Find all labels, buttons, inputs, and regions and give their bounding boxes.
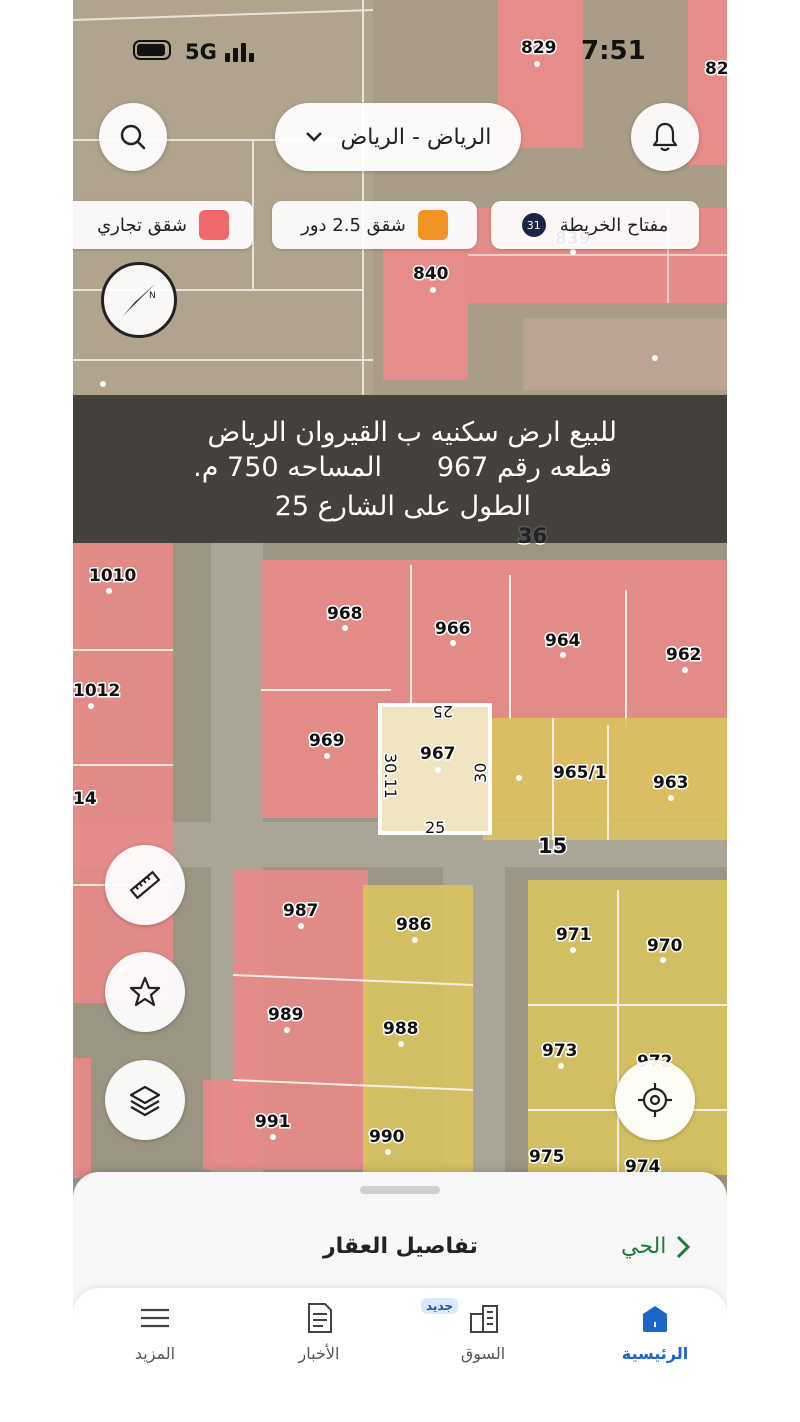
plot-label: 969 xyxy=(309,731,345,751)
clock: 7:51 xyxy=(581,36,646,66)
svg-text:25: 25 xyxy=(433,702,453,721)
tab-news[interactable]: الأخبار xyxy=(259,1288,379,1388)
map-key-button[interactable]: مفتاح الخريطة 31 xyxy=(491,201,699,249)
tab-label: الأخبار xyxy=(298,1344,340,1363)
bottom-tab-bar: الرئيسية جديد السوق الأخبار المزيد xyxy=(73,1288,727,1422)
crosshair-icon xyxy=(638,1083,672,1117)
listing-plot-number: قطعه رقم 967 xyxy=(436,452,612,483)
plot-label: 989 xyxy=(268,1005,304,1025)
plot-label: 967 xyxy=(420,744,456,764)
plot-label: 965/1 xyxy=(553,763,607,783)
plot-label: 1012 xyxy=(73,681,120,701)
phone-screen: 829 82 839 840 1010 1012 14 968 966 964 … xyxy=(73,0,727,1422)
sheet-title: تفاصيل العقار xyxy=(323,1234,478,1259)
plot-label: 962 xyxy=(666,645,702,665)
plot-label: 964 xyxy=(545,631,581,651)
network-label: 5G xyxy=(185,40,217,64)
svg-text:N: N xyxy=(149,291,156,301)
svg-text:15: 15 xyxy=(538,834,567,858)
plot-label: 973 xyxy=(542,1041,578,1061)
listing-line-3: الطول على الشارع 25 xyxy=(274,491,531,522)
search-button[interactable] xyxy=(99,103,167,171)
bell-icon xyxy=(652,122,678,152)
legend-label: شقق تجاري xyxy=(97,214,187,236)
measure-button[interactable] xyxy=(105,845,185,925)
plot-label: 991 xyxy=(255,1112,291,1132)
tab-label: السوق xyxy=(460,1344,506,1363)
plot-label: 975 xyxy=(529,1147,565,1167)
plot-label: 970 xyxy=(647,936,683,956)
tab-more[interactable]: المزيد xyxy=(95,1288,215,1388)
sheet-drag-handle[interactable] xyxy=(360,1186,440,1194)
map-key-label: مفتاح الخريطة xyxy=(559,214,669,236)
menu-icon xyxy=(141,1308,169,1328)
compass-icon: N xyxy=(123,284,156,316)
plot-label: 968 xyxy=(327,604,363,624)
signal-icon xyxy=(225,40,261,62)
notifications-button[interactable] xyxy=(631,103,699,171)
listing-caption: للبيع ارض سكنيه ب القيروان الرياض قطعه ر… xyxy=(73,395,727,543)
plot-label: 971 xyxy=(556,925,592,945)
my-location-button[interactable] xyxy=(615,1060,695,1140)
legend-chip-commercial[interactable]: شقق تجاري xyxy=(73,201,253,249)
legend-label: شقق 2.5 دور xyxy=(301,214,406,236)
layers-button[interactable] xyxy=(105,1060,185,1140)
plot-label: 986 xyxy=(396,915,432,935)
neighborhood-link-label: الحي xyxy=(621,1234,667,1259)
chevron-down-icon xyxy=(305,132,322,142)
legend-swatch-orange xyxy=(417,210,448,240)
star-icon xyxy=(129,976,161,1007)
tab-home[interactable]: الرئيسية xyxy=(595,1288,715,1388)
svg-text:30: 30 xyxy=(471,763,490,783)
plot-label: 840 xyxy=(413,264,449,284)
buildings-icon xyxy=(470,1305,498,1333)
plot-label: 966 xyxy=(435,619,471,639)
neighborhood-link[interactable]: الحي xyxy=(621,1234,691,1259)
news-icon xyxy=(308,1303,332,1333)
ruler-icon xyxy=(129,870,161,900)
legend-chip-apartments[interactable]: شقق 2.5 دور xyxy=(272,201,477,249)
favorites-button[interactable] xyxy=(105,952,185,1032)
listing-area: المساحه 750 م. xyxy=(193,452,382,483)
map-key-count: 31 xyxy=(521,213,546,237)
battery-icon xyxy=(133,40,171,60)
status-bar: 5G 7:51 xyxy=(73,30,727,74)
plot-label: 14 xyxy=(73,789,97,809)
tab-label: الرئيسية xyxy=(621,1344,689,1363)
city-selector-label: الرياض - الرياض xyxy=(340,124,492,150)
plot-label: 963 xyxy=(653,773,689,793)
plot-840 xyxy=(383,240,468,380)
city-selector[interactable]: الرياض - الرياض xyxy=(275,103,521,171)
home-icon xyxy=(643,1306,667,1332)
svg-text:25: 25 xyxy=(425,818,445,837)
search-icon xyxy=(120,124,146,150)
svg-text:30.11: 30.11 xyxy=(381,753,400,799)
plot-label: 987 xyxy=(283,901,319,921)
plot-label: 1010 xyxy=(89,566,136,586)
tab-label: المزيد xyxy=(134,1344,176,1363)
tab-market[interactable]: جديد السوق xyxy=(421,1288,543,1388)
chevron-right-icon xyxy=(677,1235,691,1258)
listing-line-1: للبيع ارض سكنيه ب القيروان الرياض xyxy=(207,417,617,448)
legend-swatch-red xyxy=(198,210,229,240)
new-badge: جديد xyxy=(421,1298,459,1314)
plot-label: 990 xyxy=(369,1127,405,1147)
compass-button[interactable]: N xyxy=(101,262,177,338)
layers-icon xyxy=(129,1085,161,1117)
plot-label: 988 xyxy=(383,1019,419,1039)
